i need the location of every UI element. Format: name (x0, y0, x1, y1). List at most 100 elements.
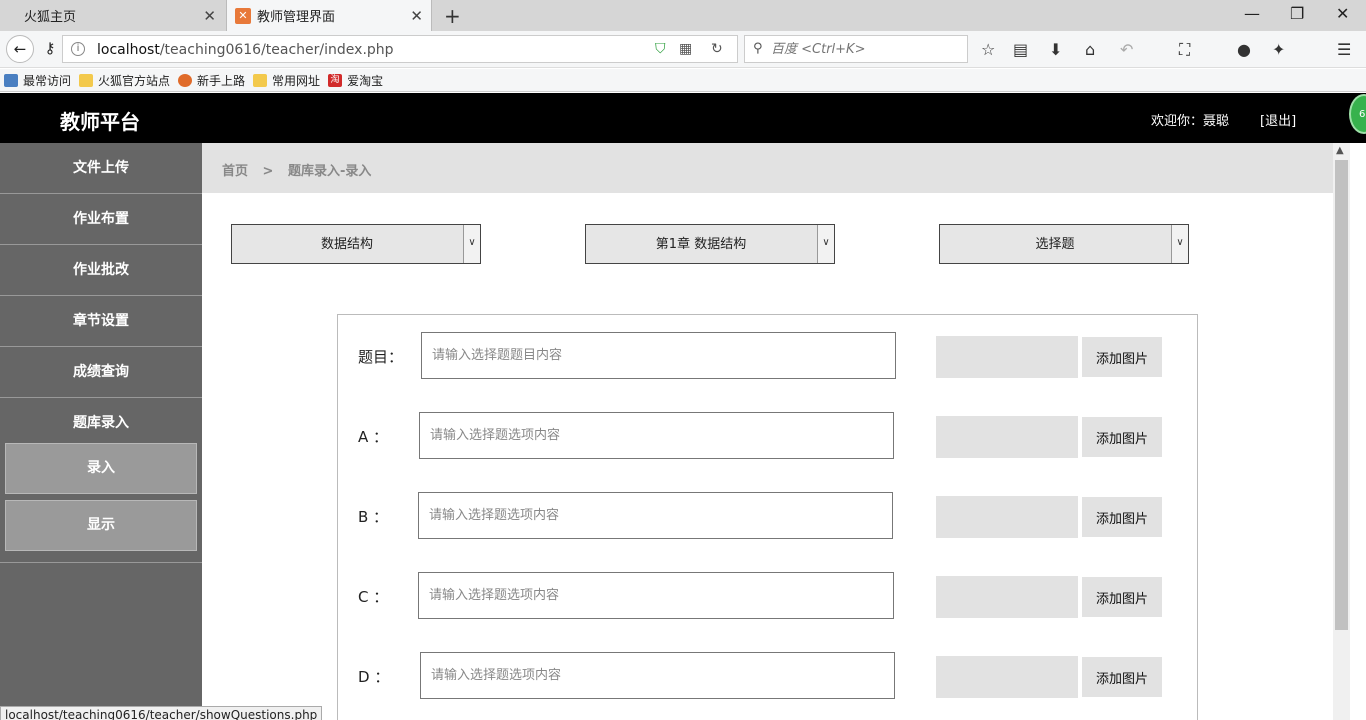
url-bar[interactable]: i localhost/teaching0616/teacher/index.p… (62, 35, 738, 63)
question-label: 题目： (358, 348, 404, 366)
bookmark-most-visited[interactable]: 最常访问 (4, 72, 71, 89)
breadcrumb-current: 题库录入-录入 (287, 164, 372, 179)
course-select-value: 数据结构 (320, 237, 373, 252)
scroll-up-icon[interactable]: ▲ (1336, 145, 1344, 156)
close-icon[interactable]: ✕ (203, 7, 216, 25)
sidebar-item-chapter-settings[interactable]: 章节设置 (0, 296, 202, 347)
search-bar[interactable]: ⚲ (744, 35, 968, 63)
chapter-select[interactable]: 第1章 数据结构 ∨ (585, 224, 835, 264)
search-input[interactable] (771, 39, 961, 59)
bookmark-icon (4, 73, 18, 87)
search-icon: ⚲ (753, 41, 763, 56)
question-image-preview (936, 336, 1078, 378)
option-c-label: C ： (358, 588, 389, 606)
chat-icon[interactable]: ● (1237, 40, 1251, 59)
url-host: localhost (97, 42, 160, 58)
sidebar-item-score-query[interactable]: 成绩查询 (0, 347, 202, 398)
tab-teacher-admin[interactable]: ✕ 教师管理界面 ✕ (226, 0, 432, 31)
option-a-image-preview (936, 416, 1078, 458)
sidebar-item-question-bank[interactable]: 题库录入 (0, 398, 202, 449)
question-input[interactable] (421, 332, 896, 379)
breadcrumb-separator: > (262, 164, 274, 179)
bookmark-star-icon[interactable]: ☆ (981, 40, 995, 59)
bookmark-getting-started[interactable]: 新手上路 (178, 72, 245, 89)
crop-icon[interactable]: ⛶ (1179, 40, 1190, 60)
option-d-image-preview (936, 656, 1078, 698)
tab-label: 火狐主页 (24, 10, 77, 25)
chevron-down-icon[interactable]: ∨ (463, 225, 480, 263)
sidebar-subitem-enter[interactable]: 录入 (5, 443, 197, 494)
bookmarks-bar: 最常访问 火狐官方站点 新手上路 常用网址 淘爱淘宝 (0, 69, 1366, 92)
chevron-down-icon[interactable]: ∨ (1171, 225, 1188, 263)
option-b-add-image-button[interactable]: 添加图片 (1082, 497, 1162, 537)
status-url: localhost/teaching0616/teacher/showQuest… (0, 706, 323, 720)
option-a-label: A ： (358, 428, 389, 446)
navigation-bar: ← ⚷ i localhost/teaching0616/teacher/ind… (0, 31, 1366, 68)
breadcrumb-home[interactable]: 首页 (222, 164, 248, 179)
extension-icon[interactable]: ✦ (1272, 40, 1285, 59)
chapter-select-value: 第1章 数据结构 (655, 237, 747, 252)
url-text: localhost/teaching0616/teacher/index.php (97, 42, 394, 58)
taobao-icon: 淘 (328, 73, 343, 87)
question-add-image-button[interactable]: 添加图片 (1082, 337, 1162, 377)
undo-icon[interactable]: ↶ (1120, 40, 1133, 59)
download-icon[interactable]: ⬇ (1049, 40, 1062, 59)
question-type-select[interactable]: 选择题 ∨ (939, 224, 1189, 264)
menu-icon[interactable]: ☰ (1337, 40, 1351, 59)
bookmark-label: 常用网址 (272, 73, 321, 88)
home-icon[interactable]: ⌂ (1085, 40, 1095, 59)
bookmark-label: 爱淘宝 (347, 73, 384, 88)
info-icon[interactable]: i (71, 42, 85, 56)
folder-icon (253, 73, 268, 87)
option-d-input[interactable] (420, 652, 895, 699)
bookmark-firefox-official[interactable]: 火狐官方站点 (79, 72, 170, 89)
option-b-label: B ： (358, 508, 389, 526)
window-close-icon[interactable]: ✕ (1336, 4, 1349, 23)
option-d-label: D ： (358, 668, 390, 686)
sidebar-subitem-display[interactable]: 显示 (5, 500, 197, 551)
bookmark-label: 新手上路 (197, 73, 246, 88)
reader-icon[interactable]: ▤ (1013, 40, 1028, 59)
restore-icon[interactable]: ❐ (1290, 4, 1304, 23)
bookmark-label: 最常访问 (23, 73, 72, 88)
bookmark-label: 火狐官方站点 (98, 73, 171, 88)
scrollbar-thumb[interactable] (1335, 160, 1348, 630)
back-icon[interactable]: ← (6, 35, 34, 63)
close-icon[interactable]: ✕ (410, 7, 423, 25)
option-c-add-image-button[interactable]: 添加图片 (1082, 577, 1162, 617)
shield-icon[interactable]: ⛉ (655, 41, 666, 57)
sidebar-divider (0, 562, 202, 563)
logout-link[interactable]: [退出] (1260, 110, 1296, 129)
x-icon: ✕ (235, 8, 251, 24)
option-b-image-preview (936, 496, 1078, 538)
minimize-icon[interactable]: — (1244, 4, 1260, 23)
new-tab-icon[interactable]: + (444, 4, 461, 28)
bookmark-taobao[interactable]: 淘爱淘宝 (328, 72, 383, 89)
course-select[interactable]: 数据结构 ∨ (231, 224, 481, 264)
breadcrumb-bar: 首页 > 题库录入-录入 (202, 143, 1333, 193)
brand-title: 教师平台 (60, 110, 140, 134)
sidebar-item-grade-homework[interactable]: 作业批改 (0, 245, 202, 296)
folder-icon (79, 73, 94, 87)
option-a-input[interactable] (419, 412, 894, 459)
option-a-add-image-button[interactable]: 添加图片 (1082, 417, 1162, 457)
breadcrumb: 首页 > 题库录入-录入 (222, 160, 381, 179)
url-path: /teaching0616/teacher/index.php (159, 42, 394, 58)
reload-icon[interactable]: ↻ (711, 41, 723, 57)
option-c-input[interactable] (418, 572, 894, 619)
tab-firefox-home[interactable]: 火狐主页 ✕ (0, 0, 226, 31)
option-c-image-preview (936, 576, 1078, 618)
page-header: 教师平台 欢迎你：聂聪 [退出] (0, 93, 1366, 143)
sidebar: 文件上传 作业布置 作业批改 章节设置 成绩查询 题库录入 录入 显示 (0, 143, 202, 720)
option-b-input[interactable] (418, 492, 893, 539)
question-type-select-value: 选择题 (1035, 237, 1075, 252)
sidebar-item-file-upload[interactable]: 文件上传 (0, 143, 202, 194)
qr-code-icon[interactable]: ▦ (679, 41, 692, 57)
bookmark-common-sites[interactable]: 常用网址 (253, 72, 320, 89)
firefox-icon (178, 73, 193, 87)
chevron-down-icon[interactable]: ∨ (817, 225, 834, 263)
key-icon[interactable]: ⚷ (36, 35, 64, 63)
browser-tab-bar: 火狐主页 ✕ ✕ 教师管理界面 ✕ + — ❐ ✕ (0, 0, 1366, 31)
option-d-add-image-button[interactable]: 添加图片 (1082, 657, 1162, 697)
sidebar-item-assign-homework[interactable]: 作业布置 (0, 194, 202, 245)
